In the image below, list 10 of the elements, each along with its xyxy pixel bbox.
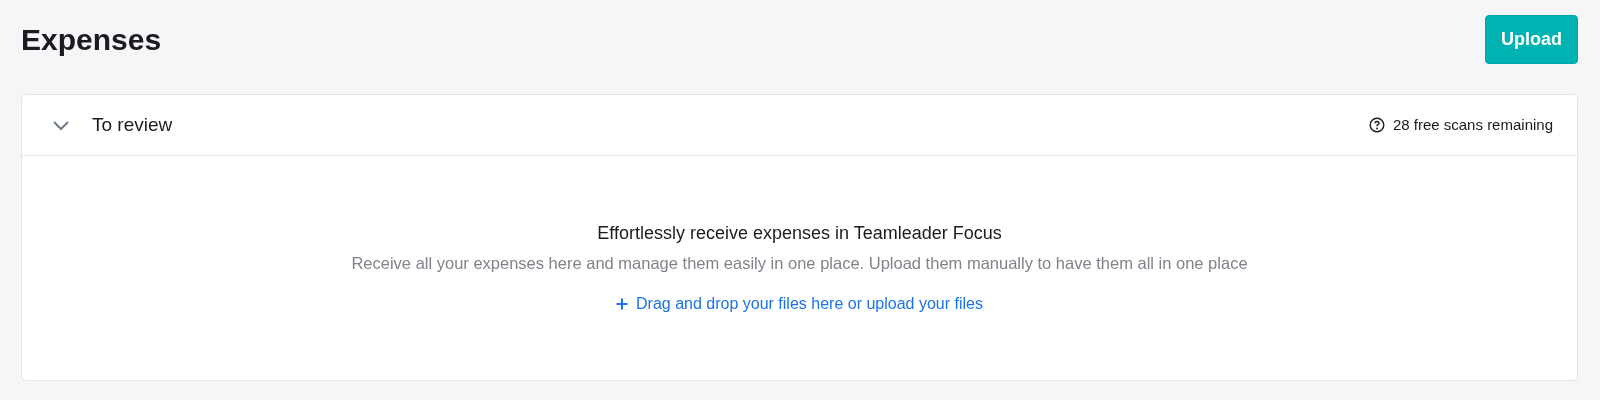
section-title: To review [92,112,173,137]
upload-button[interactable]: Upload [1485,15,1578,64]
scans-remaining-text: 28 free scans remaining [1392,114,1553,135]
empty-state-heading: Effortlessly receive expenses in Teamleader Focus [596,222,1003,245]
help-icon [1368,117,1385,133]
plus-icon [616,297,629,310]
upload-files-link[interactable]: Drag and drop your files here or upload your files [616,291,983,316]
empty-state-description: Receive all your expenses here and manage them easily in one place. Upload them manually to have them all in one place [350,253,1249,274]
chevron-icon[interactable] [52,119,70,131]
page-title: Expenses [21,21,162,58]
